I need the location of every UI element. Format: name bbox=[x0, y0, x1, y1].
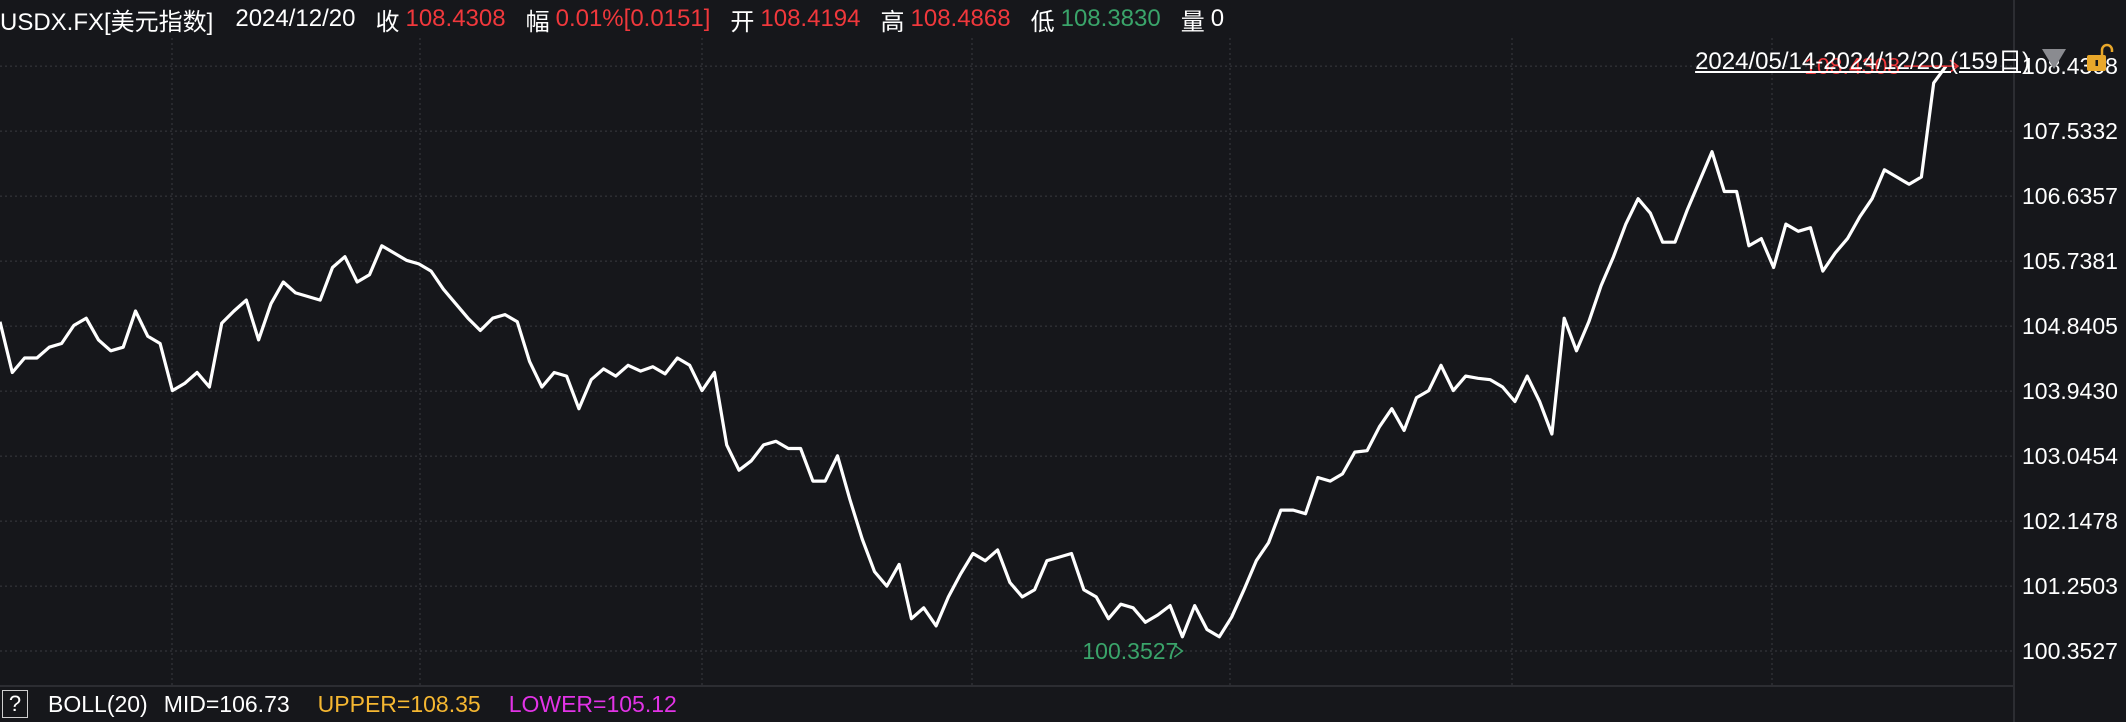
y-tick-label: 104.8405 bbox=[2022, 313, 2118, 339]
triangle-down-icon[interactable] bbox=[2040, 44, 2068, 72]
y-tick-label: 105.7381 bbox=[2022, 248, 2118, 274]
chart-annotations: 108.4308100.3527 bbox=[1082, 53, 1960, 664]
price-chart[interactable]: 108.4308107.5332106.6357105.7381104.8405… bbox=[0, 0, 2126, 722]
min-annotation-label: 100.3527 bbox=[1082, 638, 1178, 664]
boll-upper: UPPER=108.35 bbox=[317, 690, 481, 717]
y-tick-label: 106.6357 bbox=[2022, 183, 2118, 209]
range-bar: 2024/05/14-2024/12/20 (159日) bbox=[1695, 40, 2126, 76]
y-tick-label: 101.2503 bbox=[2022, 573, 2118, 599]
y-tick-label: 102.1478 bbox=[2022, 508, 2118, 534]
y-axis: 108.4308107.5332106.6357105.7381104.8405… bbox=[2022, 53, 2118, 664]
y-tick-label: 107.5332 bbox=[2022, 118, 2118, 144]
chart-grid bbox=[0, 0, 2015, 722]
boll-mid: MID=106.73 bbox=[163, 690, 290, 717]
price-line bbox=[0, 65, 1948, 639]
date-range-link[interactable]: 2024/05/14-2024/12/20 (159日) bbox=[1695, 41, 2030, 76]
boll-name: BOLL(20) bbox=[48, 690, 148, 717]
y-tick-label: 103.9430 bbox=[2022, 378, 2118, 404]
price-series bbox=[0, 65, 1948, 639]
boll-lower: LOWER=105.12 bbox=[508, 690, 677, 717]
indicator-bar: ? BOLL(20) MID=106.73 UPPER=108.35 LOWER… bbox=[0, 686, 2014, 722]
y-tick-label: 100.3527 bbox=[2022, 638, 2118, 664]
unlock-icon[interactable] bbox=[2084, 42, 2114, 74]
help-button[interactable]: ? bbox=[2, 690, 28, 718]
y-tick-label: 103.0454 bbox=[2022, 443, 2118, 469]
